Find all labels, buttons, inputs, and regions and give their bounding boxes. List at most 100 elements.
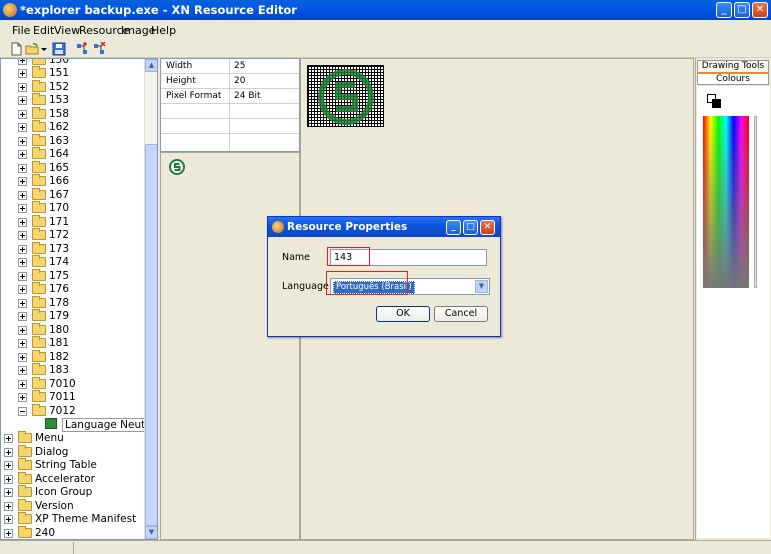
expand-icon[interactable] — [18, 190, 27, 200]
expand-icon[interactable] — [18, 339, 27, 348]
status-bar — [0, 540, 771, 554]
expand-icon[interactable] — [18, 136, 27, 146]
expand-icon[interactable] — [18, 285, 27, 294]
expand-icon[interactable] — [4, 461, 13, 470]
close-button[interactable]: ✕ — [752, 2, 768, 18]
folder-icon — [32, 174, 46, 186]
expand-icon[interactable] — [18, 204, 27, 213]
thumbnail-panel — [160, 152, 300, 540]
tab-colours[interactable]: Colours — [697, 72, 769, 85]
expand-icon[interactable] — [18, 298, 27, 308]
pixel-grid[interactable] — [307, 65, 384, 127]
drawing-tools-panel: Drawing Tools Colours — [695, 58, 771, 540]
name-field[interactable]: 143 — [330, 249, 487, 266]
collapse-icon[interactable] — [18, 406, 27, 416]
menu-edit[interactable]: Edit — [33, 24, 54, 37]
folder-icon — [32, 403, 46, 416]
folder-icon — [32, 59, 46, 65]
resource-properties-dialog: Resource Properties _ □ ✕ Name 143 Langu… — [267, 216, 501, 337]
minimize-button[interactable]: _ — [716, 2, 732, 18]
ok-button[interactable]: OK — [376, 306, 430, 322]
folder-icon — [18, 512, 32, 524]
delete-resource-icon[interactable] — [92, 42, 106, 56]
expand-icon[interactable] — [18, 312, 27, 321]
folder-icon — [32, 241, 46, 254]
folder-icon — [32, 336, 46, 348]
maximize-button[interactable]: □ — [734, 2, 750, 18]
expand-icon[interactable] — [18, 352, 27, 362]
expand-icon[interactable] — [18, 82, 27, 92]
expand-icon[interactable] — [4, 434, 13, 443]
property-row-empty — [161, 119, 299, 134]
folder-icon — [18, 525, 32, 538]
expand-icon[interactable] — [18, 150, 27, 159]
expand-icon[interactable] — [4, 528, 13, 538]
dialog-maximize-button[interactable]: □ — [463, 220, 478, 235]
properties-grid: Width 25 Height 20 Pixel Format 24 Bit — [160, 58, 300, 152]
folder-icon — [32, 349, 46, 362]
add-resource-icon[interactable] — [75, 42, 89, 56]
expand-icon[interactable] — [18, 123, 27, 132]
expand-icon[interactable] — [18, 177, 27, 186]
resource-tree[interactable]: 150 151 152 153 158 162 163 164 165 166 167 170 171… — [0, 58, 158, 540]
dialog-title: Resource Properties — [287, 221, 408, 233]
expand-icon[interactable] — [18, 109, 27, 119]
property-row-pixel-format[interactable]: Pixel Format 24 Bit — [161, 89, 299, 104]
name-label: Name — [282, 252, 311, 263]
expand-icon[interactable] — [18, 271, 27, 281]
expand-icon[interactable] — [18, 217, 27, 227]
expand-icon[interactable] — [4, 515, 13, 524]
folder-icon — [32, 214, 46, 227]
folder-icon — [32, 187, 46, 200]
language-selected-value: Português (Brasil) — [333, 281, 415, 294]
app-icon — [3, 3, 17, 17]
expand-icon[interactable] — [18, 69, 27, 78]
folder-icon — [18, 485, 32, 497]
folder-icon — [32, 390, 46, 402]
folder-icon — [32, 79, 46, 92]
dialog-minimize-button[interactable]: _ — [446, 220, 461, 235]
save-icon[interactable] — [52, 42, 66, 56]
brightness-slider[interactable] — [754, 116, 757, 288]
folder-icon — [32, 255, 46, 267]
folder-icon — [18, 498, 32, 511]
bitmap-thumbnail-icon[interactable] — [169, 159, 185, 175]
menu-view[interactable]: View — [54, 24, 80, 37]
folder-icon — [18, 458, 32, 470]
bitmap-resource-icon — [45, 418, 57, 429]
expand-icon[interactable] — [18, 393, 27, 402]
expand-icon[interactable] — [18, 366, 27, 375]
cancel-button[interactable]: Cancel — [434, 306, 488, 322]
expand-icon[interactable] — [4, 501, 13, 511]
open-folder-icon[interactable] — [25, 42, 39, 56]
expand-icon[interactable] — [18, 163, 27, 173]
expand-icon[interactable] — [18, 244, 27, 254]
expand-icon[interactable] — [4, 447, 13, 457]
new-file-icon[interactable] — [9, 42, 23, 56]
expand-icon[interactable] — [18, 231, 27, 240]
expand-icon[interactable] — [18, 96, 27, 105]
toolbar — [0, 40, 771, 58]
dialog-close-button[interactable]: ✕ — [480, 220, 495, 235]
dropdown-arrow-icon[interactable] — [40, 42, 48, 56]
background-colour-swatch[interactable] — [712, 99, 721, 108]
scroll-up-arrow-icon[interactable]: ▲ — [145, 59, 157, 72]
expand-icon[interactable] — [18, 59, 27, 65]
menu-help[interactable]: Help — [151, 24, 176, 37]
tree-scrollbar[interactable]: ▲ ▼ — [144, 59, 157, 539]
expand-icon[interactable] — [4, 488, 13, 497]
property-row-width[interactable]: Width 25 — [161, 59, 299, 74]
language-select[interactable]: Português (Brasil) ▼ — [330, 278, 490, 295]
menu-bar: File Edit View Resource Image Help — [0, 20, 771, 40]
expand-icon[interactable] — [18, 325, 27, 335]
expand-icon[interactable] — [18, 258, 27, 267]
expand-icon[interactable] — [18, 379, 27, 389]
property-row-height[interactable]: Height 20 — [161, 74, 299, 89]
chevron-down-icon[interactable]: ▼ — [475, 280, 488, 293]
menu-file[interactable]: File — [12, 24, 30, 37]
colour-spectrum[interactable] — [703, 116, 749, 288]
expand-icon[interactable] — [4, 474, 13, 484]
scroll-thumb[interactable] — [145, 144, 157, 526]
property-row-empty — [161, 104, 299, 119]
scroll-down-arrow-icon[interactable]: ▼ — [145, 526, 157, 539]
